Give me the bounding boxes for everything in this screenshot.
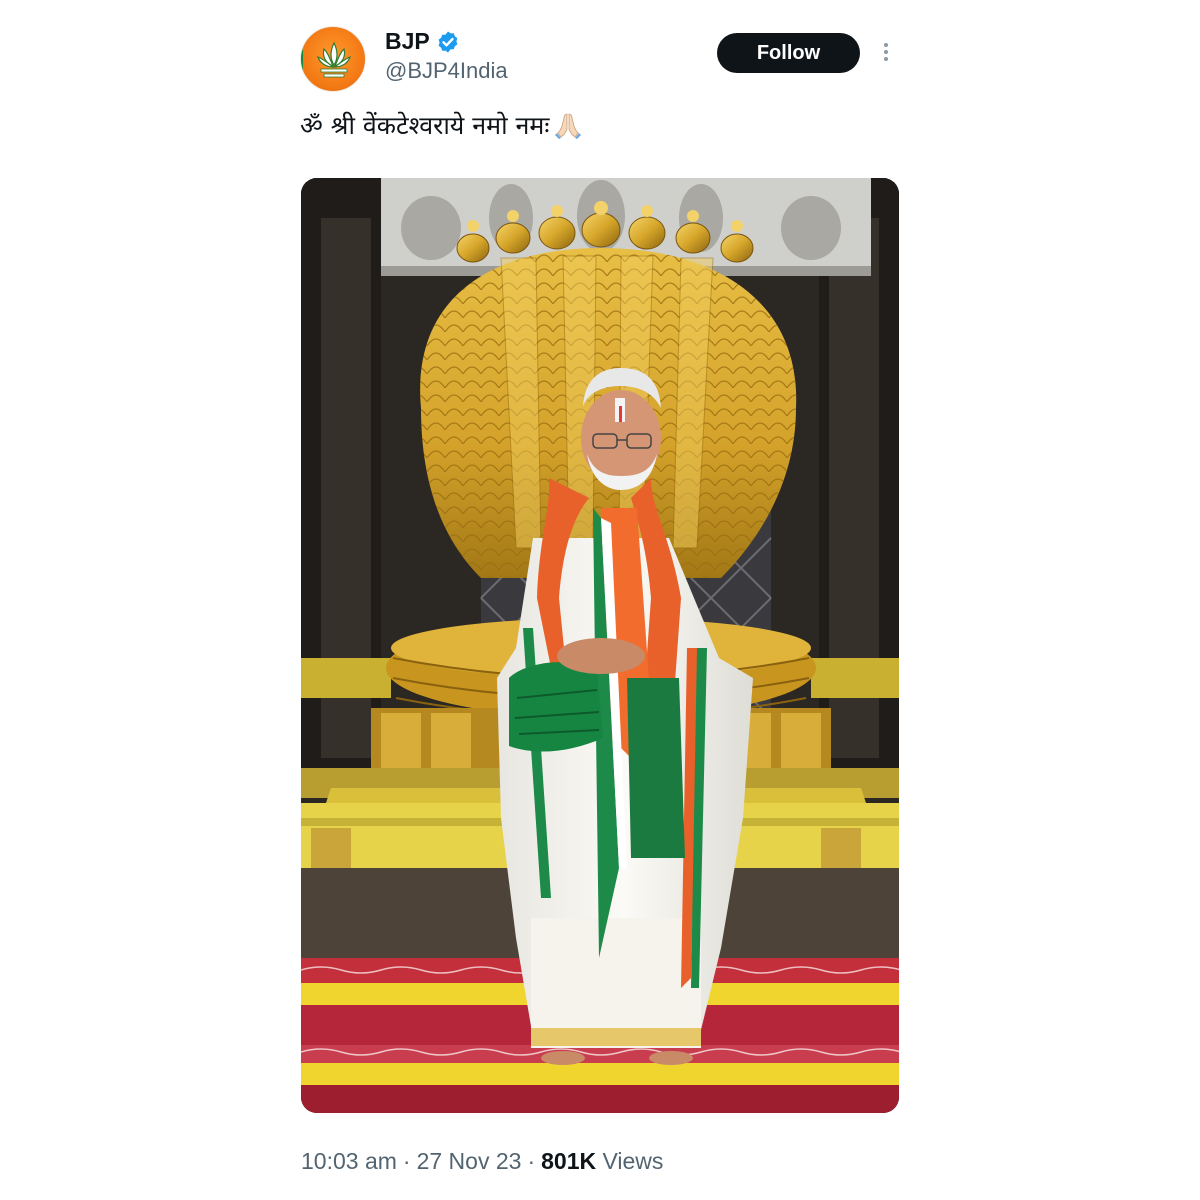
- meta-separator: ·: [402, 1148, 411, 1174]
- follow-button[interactable]: Follow: [717, 33, 860, 73]
- bjp-lotus-icon: [317, 41, 351, 78]
- tweet-text-body: ॐ श्री वेंकटेश्वराये नमो नमः: [300, 111, 550, 140]
- folded-hands-icon: [555, 113, 582, 139]
- author-name-row[interactable]: BJP: [385, 28, 460, 55]
- tweet-meta: 10:03 am · 27 Nov 23 · 801K Views: [301, 1148, 663, 1175]
- tweet-time[interactable]: 10:03 am: [301, 1148, 397, 1175]
- photo-illustration: [301, 178, 899, 1113]
- views-label: Views: [602, 1148, 664, 1174]
- author-handle[interactable]: @BJP4India: [385, 58, 508, 84]
- tweet-date[interactable]: 27 Nov 23: [417, 1148, 522, 1175]
- tweet-photo[interactable]: [301, 178, 899, 1113]
- views-count: 801K: [541, 1148, 597, 1174]
- more-options-icon[interactable]: [878, 40, 894, 68]
- tweet-text: ॐ श्री वेंकटेश्वराये नमो नमः: [300, 108, 583, 142]
- avatar-green-stripe: [301, 47, 303, 91]
- verified-badge-icon: [438, 31, 458, 52]
- meta-separator: ·: [527, 1148, 536, 1174]
- display-name[interactable]: BJP: [385, 28, 430, 55]
- avatar[interactable]: [300, 26, 366, 92]
